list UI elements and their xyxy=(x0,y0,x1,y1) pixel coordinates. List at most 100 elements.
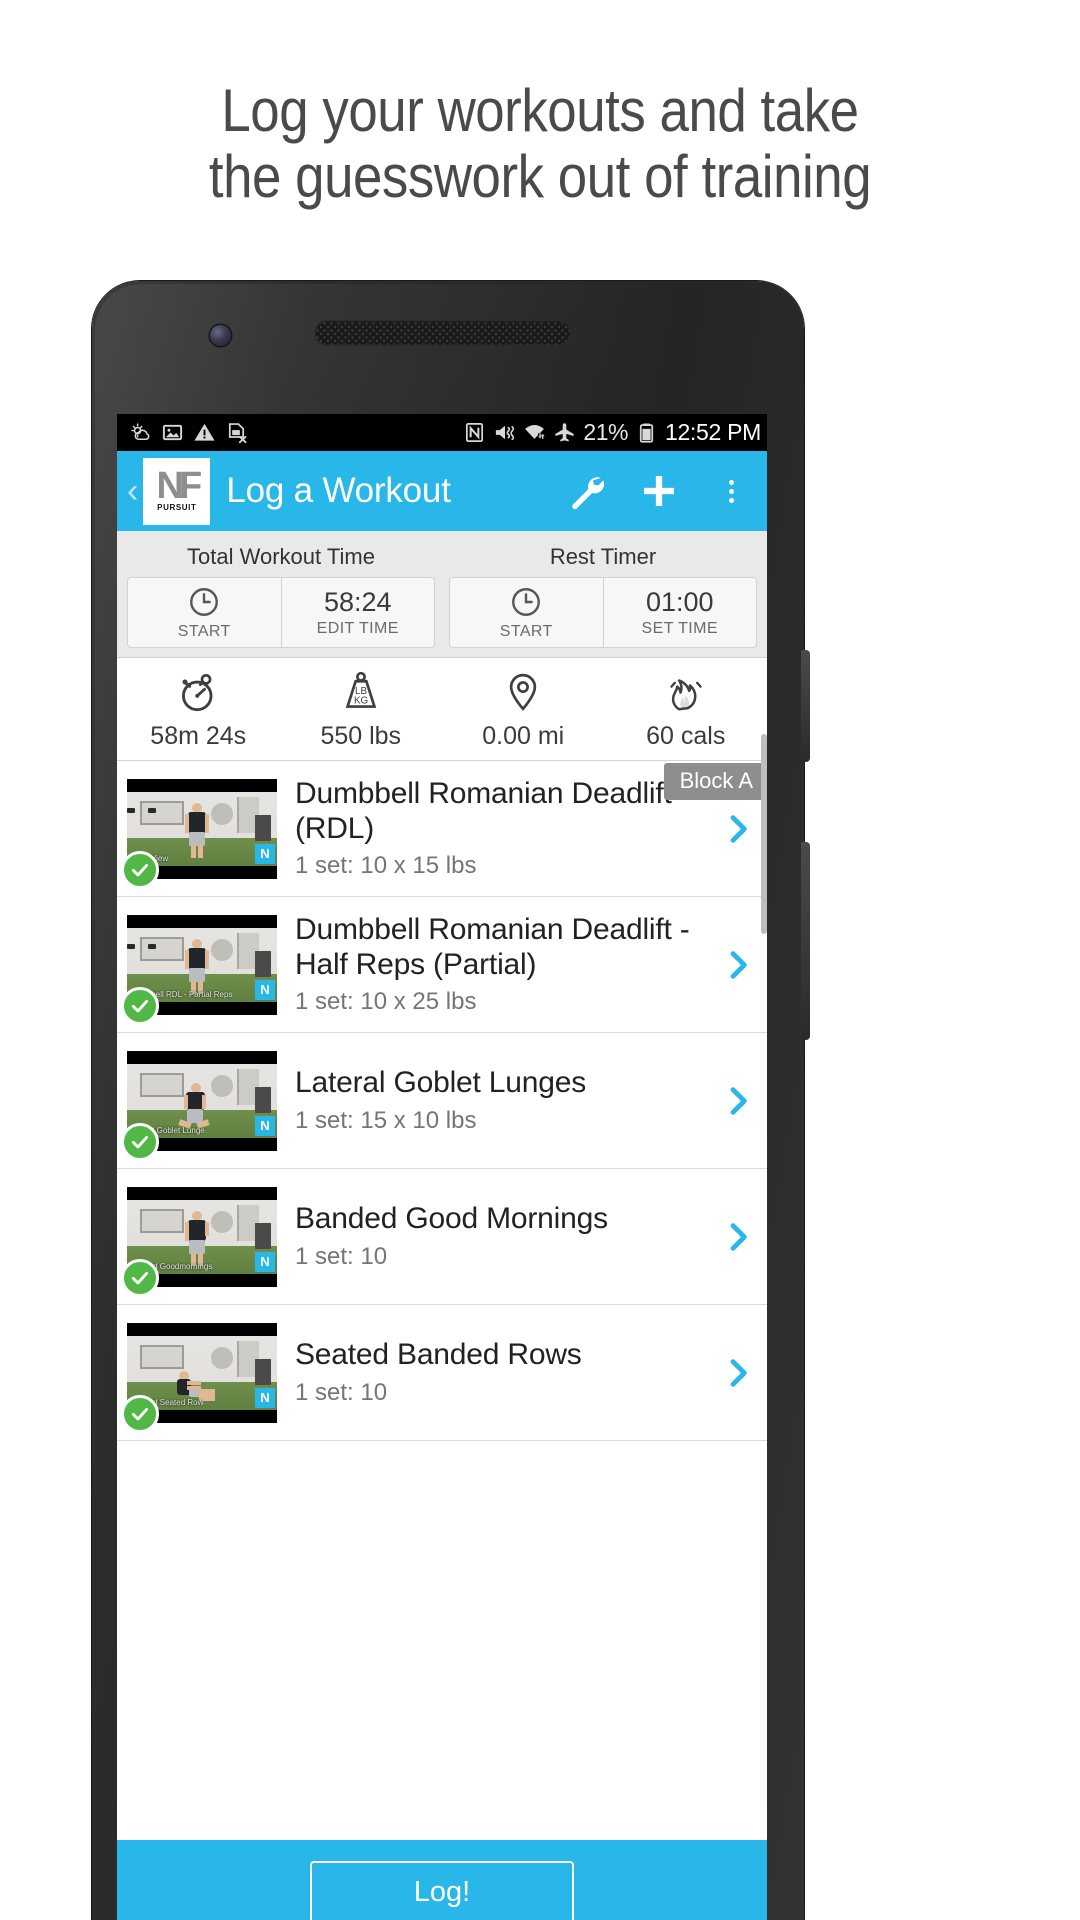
metric-distance[interactable]: 0.00 mi xyxy=(442,669,605,751)
total-workout-start-button[interactable]: START xyxy=(127,577,281,648)
exercise-thumbnail-wrap[interactable]: Banded Goodmornings N xyxy=(121,1186,277,1297)
metric-weight[interactable]: LB KG 550 lbs xyxy=(280,669,443,751)
total-workout-timer-controls: START 58:24 EDIT TIME xyxy=(127,577,435,648)
thumbnail-watermark: N xyxy=(255,979,275,1000)
app-logo-subtext: PURSUIT xyxy=(157,502,197,512)
status-bar-clock: 12:52 PM xyxy=(664,419,761,445)
exercise-text: Dumbbell Romanian Deadlift - Half Reps (… xyxy=(277,913,709,1017)
total-workout-timer: Total Workout Time START 58:24 EDIT TIME xyxy=(127,539,435,648)
exercise-open-button[interactable] xyxy=(709,948,767,982)
rest-timer-value: 01:00 xyxy=(645,587,714,618)
vibrate-icon xyxy=(496,425,515,441)
power-button[interactable] xyxy=(801,842,810,1040)
rest-timer-start-label: START xyxy=(499,623,553,640)
list-item[interactable]: Lateral Goblet Lunge N Lateral Goblet Lu… xyxy=(117,1033,767,1169)
metric-duration[interactable]: 58m 24s xyxy=(117,669,280,751)
overflow-menu-icon xyxy=(728,479,734,503)
exercise-title: Dumbbell Romanian Deadlift (RDL) xyxy=(295,776,672,845)
phone-device-frame: 21% 12:52 PM ‹ NF PURSUIT Log a Workout xyxy=(92,281,810,1920)
exercise-open-button[interactable] xyxy=(709,1084,767,1118)
metric-calories[interactable]: 60 cals xyxy=(605,669,768,751)
page-title: Log your workouts and take the guesswork… xyxy=(65,78,1015,210)
airplane-icon xyxy=(555,423,575,442)
app-bar: ‹ NF PURSUIT Log a Workout xyxy=(117,451,767,531)
overflow-menu-button[interactable] xyxy=(695,451,767,531)
exercise-open-button[interactable] xyxy=(709,812,767,846)
bottom-action-bar: Log! xyxy=(117,1840,767,1920)
app-logo-mark: NF xyxy=(156,465,203,508)
back-chevron-icon[interactable]: ‹ xyxy=(125,474,143,508)
metric-distance-value: 0.00 mi xyxy=(482,722,565,750)
exercise-open-button[interactable] xyxy=(709,1220,767,1254)
clock-icon xyxy=(512,588,541,616)
exercise-thumbnail-wrap[interactable]: Lateral Goblet Lunge N xyxy=(121,1050,277,1161)
thumbnail-watermark: N xyxy=(255,1387,275,1408)
completed-check-icon xyxy=(121,850,159,889)
status-bar-left-icons xyxy=(129,421,248,444)
exercise-detail: 1 set: 10 xyxy=(295,1242,388,1270)
exercise-thumbnail-wrap[interactable]: Banded Seated Row N xyxy=(121,1322,277,1433)
rest-timer-set-time-button[interactable]: 01:00 SET TIME xyxy=(602,577,757,648)
volume-button[interactable] xyxy=(801,650,810,762)
total-workout-timer-label: Total Workout Time xyxy=(187,544,375,569)
headline-line-1: Log your workouts and take xyxy=(221,77,859,144)
exercise-thumbnail-wrap[interactable]: Front View N xyxy=(121,778,277,889)
list-item[interactable]: Banded Seated Row N Seated Banded Rows 1… xyxy=(117,1305,767,1441)
total-workout-edit-label: EDIT TIME xyxy=(316,619,399,637)
wrench-icon xyxy=(572,477,605,510)
chevron-right-icon xyxy=(730,1358,747,1387)
front-camera-icon xyxy=(210,325,231,346)
chevron-right-icon xyxy=(730,1086,747,1115)
flame-icon xyxy=(670,679,702,711)
settings-wrench-button[interactable] xyxy=(551,451,623,531)
svg-text:KG: KG xyxy=(354,696,368,707)
headline-line-2: the guesswork out of training xyxy=(208,143,872,210)
scrollbar[interactable] xyxy=(761,734,767,934)
metric-calories-value: 60 cals xyxy=(646,722,726,750)
add-exercise-button[interactable] xyxy=(623,451,695,531)
rest-timer-start-button[interactable]: START xyxy=(449,577,603,648)
exercise-open-button[interactable] xyxy=(709,1356,767,1390)
wifi-icon xyxy=(525,425,545,439)
metrics-row: 58m 24s LB KG 550 lbs 0.00 mi 60 cals xyxy=(117,658,767,761)
chevron-right-icon xyxy=(730,950,747,979)
rest-timer-label: Rest Timer xyxy=(549,544,657,569)
exercise-detail: 1 set: 10 xyxy=(295,1378,388,1406)
rest-timer: Rest Timer START 01:00 SET TIME xyxy=(449,539,757,648)
exercise-detail: 1 set: 10 x 25 lbs xyxy=(295,988,477,1016)
exercise-text: Banded Good Mornings 1 set: 10 xyxy=(277,1202,709,1271)
plus-icon xyxy=(644,476,674,506)
status-badge: Block A xyxy=(663,763,767,800)
nfc-icon xyxy=(466,423,484,442)
exercise-title: Dumbbell Romanian Deadlift - Half Reps (… xyxy=(295,912,690,981)
status-bar: 21% 12:52 PM xyxy=(117,414,767,451)
chevron-right-icon xyxy=(730,1222,747,1251)
exercise-title: Lateral Goblet Lunges xyxy=(295,1066,587,1100)
screenshot-stage: Log your workouts and take the guesswork… xyxy=(0,0,1080,1920)
total-workout-edit-time-button[interactable]: 58:24 EDIT TIME xyxy=(280,577,435,648)
location-pin-icon xyxy=(510,673,537,711)
app-logo[interactable]: NF PURSUIT xyxy=(143,457,211,525)
timers-panel: Total Workout Time START 58:24 EDIT TIME xyxy=(117,531,767,658)
photo-icon xyxy=(162,424,183,441)
exercise-thumbnail-wrap[interactable]: Dumbbell RDL - Partial Reps N xyxy=(121,914,277,1025)
exercise-title: Banded Good Mornings xyxy=(295,1202,608,1236)
stopwatch-icon xyxy=(182,673,213,712)
no-sim-icon xyxy=(228,423,247,444)
completed-check-icon xyxy=(121,1258,159,1297)
thumbnail-watermark: N xyxy=(255,1251,275,1272)
exercise-list[interactable]: Front View N Dumbbell Romanian Deadlift … xyxy=(117,761,767,1441)
metric-duration-value: 58m 24s xyxy=(150,722,247,750)
battery-icon xyxy=(639,423,654,443)
weather-icon xyxy=(131,423,150,440)
completed-check-icon xyxy=(121,1122,159,1161)
list-item[interactable]: Banded Goodmornings N Banded Good Mornin… xyxy=(117,1169,767,1305)
phone-screen: 21% 12:52 PM ‹ NF PURSUIT Log a Workout xyxy=(117,414,767,1920)
weight-plate-icon: LB KG xyxy=(345,671,377,708)
chevron-right-icon xyxy=(730,814,747,843)
exercise-text: Lateral Goblet Lunges 1 set: 15 x 10 lbs xyxy=(277,1066,709,1135)
log-button[interactable]: Log! xyxy=(310,1861,574,1920)
list-item[interactable]: Dumbbell RDL - Partial Reps N Dumbbell R… xyxy=(117,897,767,1033)
earpiece-speaker xyxy=(314,320,572,346)
total-workout-time-value: 58:24 xyxy=(323,587,392,618)
